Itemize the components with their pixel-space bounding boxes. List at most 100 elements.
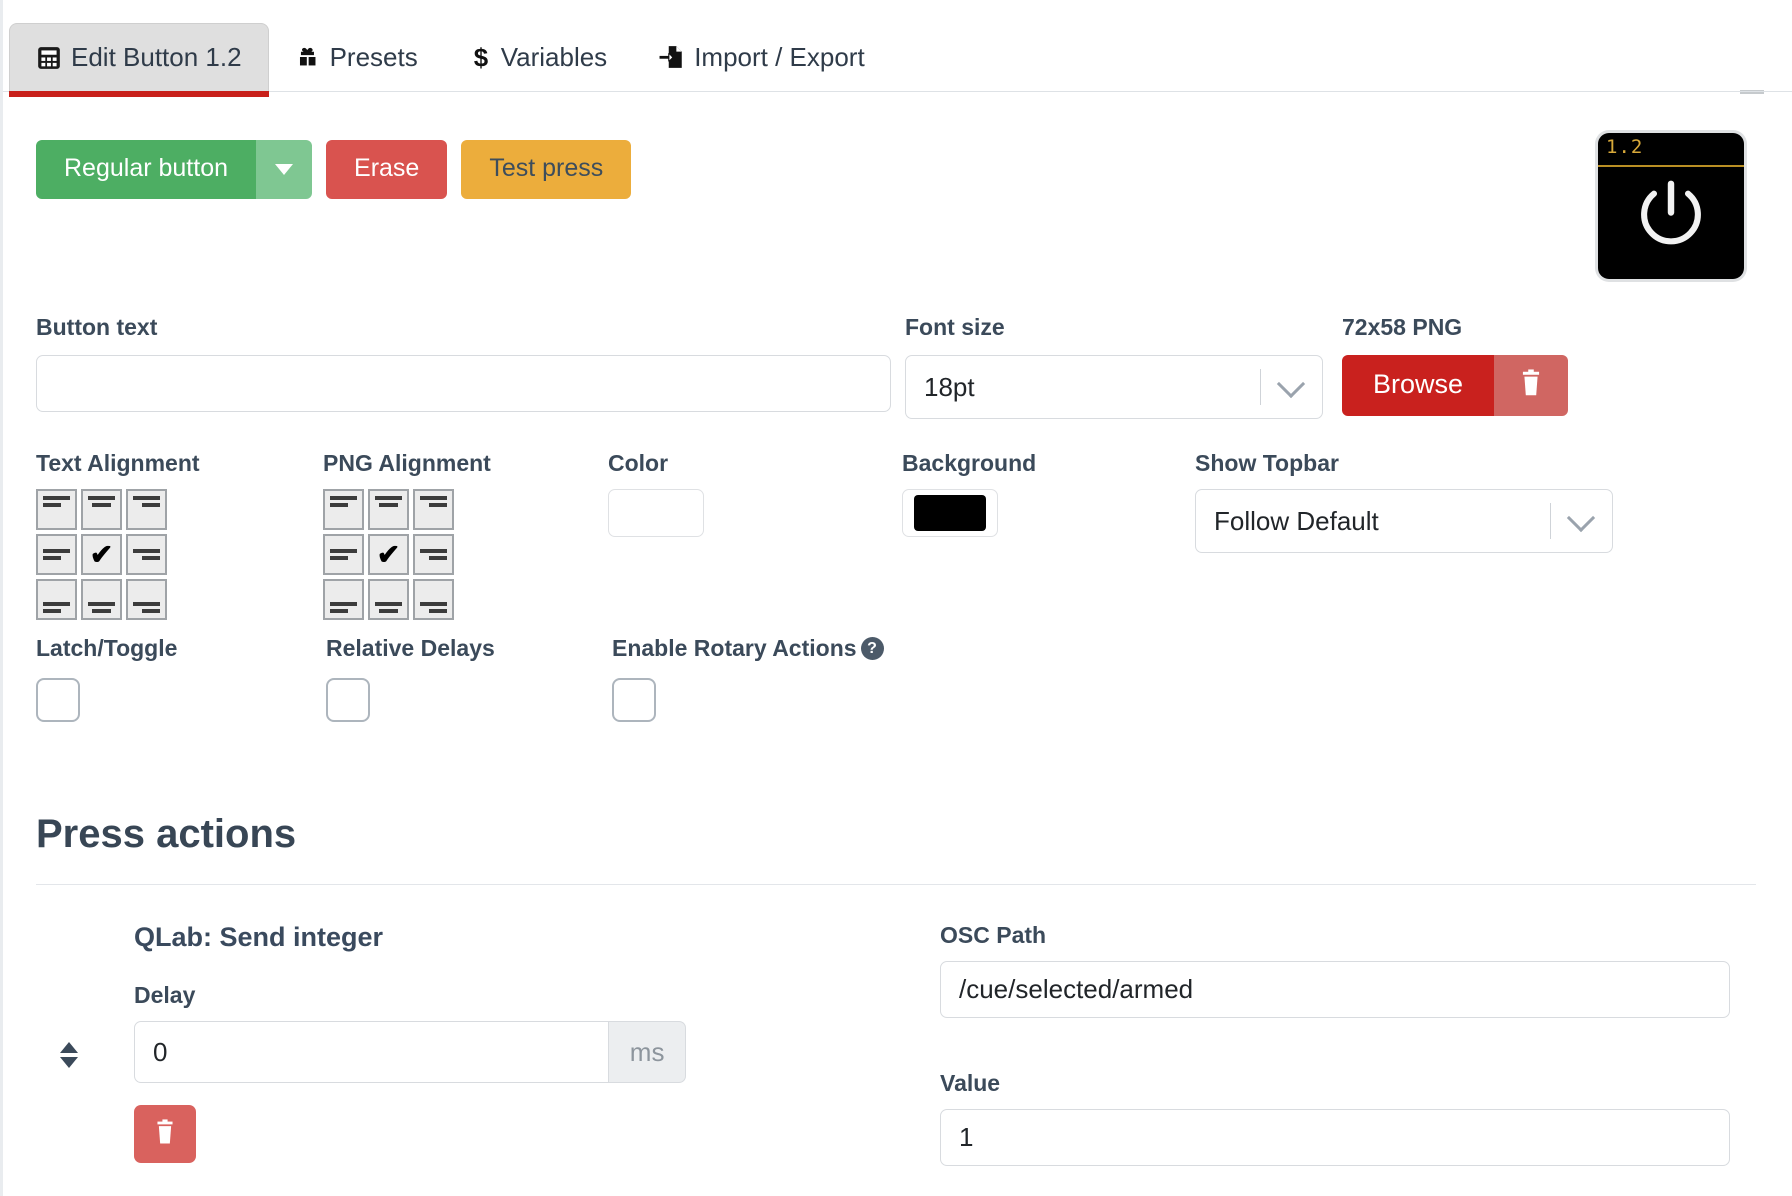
color-swatch-inner xyxy=(620,495,692,531)
text-align-cell-left-top[interactable] xyxy=(36,489,77,530)
png-align-cell-right-top[interactable] xyxy=(413,489,454,530)
button-type-button[interactable]: Regular button xyxy=(36,140,256,199)
button-text-field-group: Button text xyxy=(36,314,891,412)
check-icon: ✔ xyxy=(90,541,113,569)
delay-label: Delay xyxy=(134,982,686,1009)
show-topbar-label: Show Topbar xyxy=(1195,450,1613,477)
tab-bar: Edit Button 1.2 Presets $ Variables xyxy=(3,0,1792,92)
png-align-cell-left-middle[interactable] xyxy=(323,534,364,575)
button-text-input[interactable] xyxy=(36,355,891,412)
delete-action-button[interactable] xyxy=(134,1105,196,1163)
power-icon xyxy=(1628,169,1714,260)
latch-toggle-checkbox[interactable] xyxy=(36,678,80,722)
background-label: Background xyxy=(902,450,1036,477)
trash-icon xyxy=(152,1119,178,1150)
tab-label: Import / Export xyxy=(694,42,865,73)
preview-topbar-divider xyxy=(1598,165,1744,167)
png-align-cell-center-top[interactable] xyxy=(368,489,409,530)
enable-rotary-group: Enable Rotary Actions ? xyxy=(612,635,884,722)
enable-rotary-label: Enable Rotary Actions xyxy=(612,635,857,662)
show-topbar-select[interactable] xyxy=(1195,489,1613,553)
erase-button[interactable]: Erase xyxy=(326,140,447,199)
text-alignment-group: Text Alignment ✔ xyxy=(36,450,200,620)
text-align-cell-right-top[interactable] xyxy=(126,489,167,530)
value-input[interactable] xyxy=(940,1109,1730,1166)
top-action-row: Regular button Erase Test press xyxy=(36,140,631,199)
tab-label: Edit Button 1.2 xyxy=(71,42,242,73)
delay-input[interactable] xyxy=(134,1021,609,1083)
dollar-icon: $ xyxy=(470,44,492,71)
left-edge-strip xyxy=(0,0,3,1196)
text-alignment-grid: ✔ xyxy=(36,489,200,620)
enable-rotary-label-row: Enable Rotary Actions ? xyxy=(612,635,884,662)
text-align-cell-center-middle-selected[interactable]: ✔ xyxy=(81,534,122,575)
delay-field-group: Delay ms xyxy=(134,982,686,1083)
show-topbar-field-group: Show Topbar xyxy=(1195,450,1613,553)
button-preview[interactable]: 1.2 xyxy=(1598,133,1744,279)
osc-path-label: OSC Path xyxy=(940,922,1730,949)
png-align-cell-right-bottom[interactable] xyxy=(413,579,454,620)
font-size-label: Font size xyxy=(905,314,1323,341)
color-field-group: Color xyxy=(608,450,704,537)
button-text-label: Button text xyxy=(36,314,891,341)
delay-unit: ms xyxy=(609,1021,686,1083)
osc-path-input[interactable] xyxy=(940,961,1730,1018)
png-align-cell-center-middle-selected[interactable]: ✔ xyxy=(368,534,409,575)
text-align-cell-right-middle[interactable] xyxy=(126,534,167,575)
grid-calculator-icon xyxy=(36,45,62,71)
drag-arrow-down xyxy=(60,1057,78,1068)
file-import-icon xyxy=(659,44,685,70)
text-align-cell-center-top[interactable] xyxy=(81,489,122,530)
png-align-cell-center-bottom[interactable] xyxy=(368,579,409,620)
tab-variables[interactable]: $ Variables xyxy=(444,23,633,91)
press-actions-divider xyxy=(36,884,1756,885)
trash-icon xyxy=(1517,369,1545,402)
tab-edit-button[interactable]: Edit Button 1.2 xyxy=(9,23,269,91)
action-title: QLab: Send integer xyxy=(134,922,383,953)
enable-rotary-checkbox[interactable] xyxy=(612,678,656,722)
text-align-cell-left-bottom[interactable] xyxy=(36,579,77,620)
gift-icon xyxy=(295,44,321,70)
text-alignment-label: Text Alignment xyxy=(36,450,200,477)
text-align-cell-center-bottom[interactable] xyxy=(81,579,122,620)
tab-label: Presets xyxy=(330,42,418,73)
color-swatch[interactable] xyxy=(608,489,704,537)
font-size-select[interactable] xyxy=(905,355,1323,419)
svg-text:$: $ xyxy=(474,44,489,71)
tab-presets[interactable]: Presets xyxy=(269,23,444,91)
png-label: 72x58 PNG xyxy=(1342,314,1568,341)
osc-path-field-group: OSC Path xyxy=(940,922,1730,1018)
text-align-cell-right-bottom[interactable] xyxy=(126,579,167,620)
question-circle-icon[interactable]: ? xyxy=(861,637,884,660)
drag-arrow-up xyxy=(60,1042,78,1053)
png-align-cell-left-bottom[interactable] xyxy=(323,579,364,620)
png-align-cell-right-middle[interactable] xyxy=(413,534,454,575)
background-swatch[interactable] xyxy=(902,489,998,537)
tab-label: Variables xyxy=(501,42,607,73)
relative-delays-group: Relative Delays xyxy=(326,635,495,722)
color-label: Color xyxy=(608,450,704,477)
relative-delays-checkbox[interactable] xyxy=(326,678,370,722)
select-divider xyxy=(1260,369,1261,405)
png-delete-button[interactable] xyxy=(1494,355,1568,416)
font-size-field-group: Font size xyxy=(905,314,1323,419)
value-label: Value xyxy=(940,1070,1730,1097)
button-preview-wrap[interactable]: 1.2 xyxy=(1598,133,1744,279)
value-field-group: Value xyxy=(940,1070,1730,1166)
background-field-group: Background xyxy=(902,450,1036,537)
drag-updown-icon[interactable] xyxy=(60,1042,78,1068)
test-press-button[interactable]: Test press xyxy=(461,140,631,199)
png-field-group: 72x58 PNG Browse xyxy=(1342,314,1568,416)
select-divider xyxy=(1550,503,1551,539)
png-alignment-group: PNG Alignment ✔ xyxy=(323,450,491,620)
latch-toggle-label: Latch/Toggle xyxy=(36,635,177,662)
png-button-group: Browse xyxy=(1342,355,1568,416)
png-align-cell-left-top[interactable] xyxy=(323,489,364,530)
chevron-down-icon xyxy=(275,164,293,175)
text-align-cell-left-middle[interactable] xyxy=(36,534,77,575)
press-actions-heading: Press actions xyxy=(36,812,296,857)
png-alignment-label: PNG Alignment xyxy=(323,450,491,477)
tab-import-export[interactable]: Import / Export xyxy=(633,23,891,91)
png-browse-button[interactable]: Browse xyxy=(1342,355,1494,416)
button-type-dropdown-toggle[interactable] xyxy=(256,140,312,199)
